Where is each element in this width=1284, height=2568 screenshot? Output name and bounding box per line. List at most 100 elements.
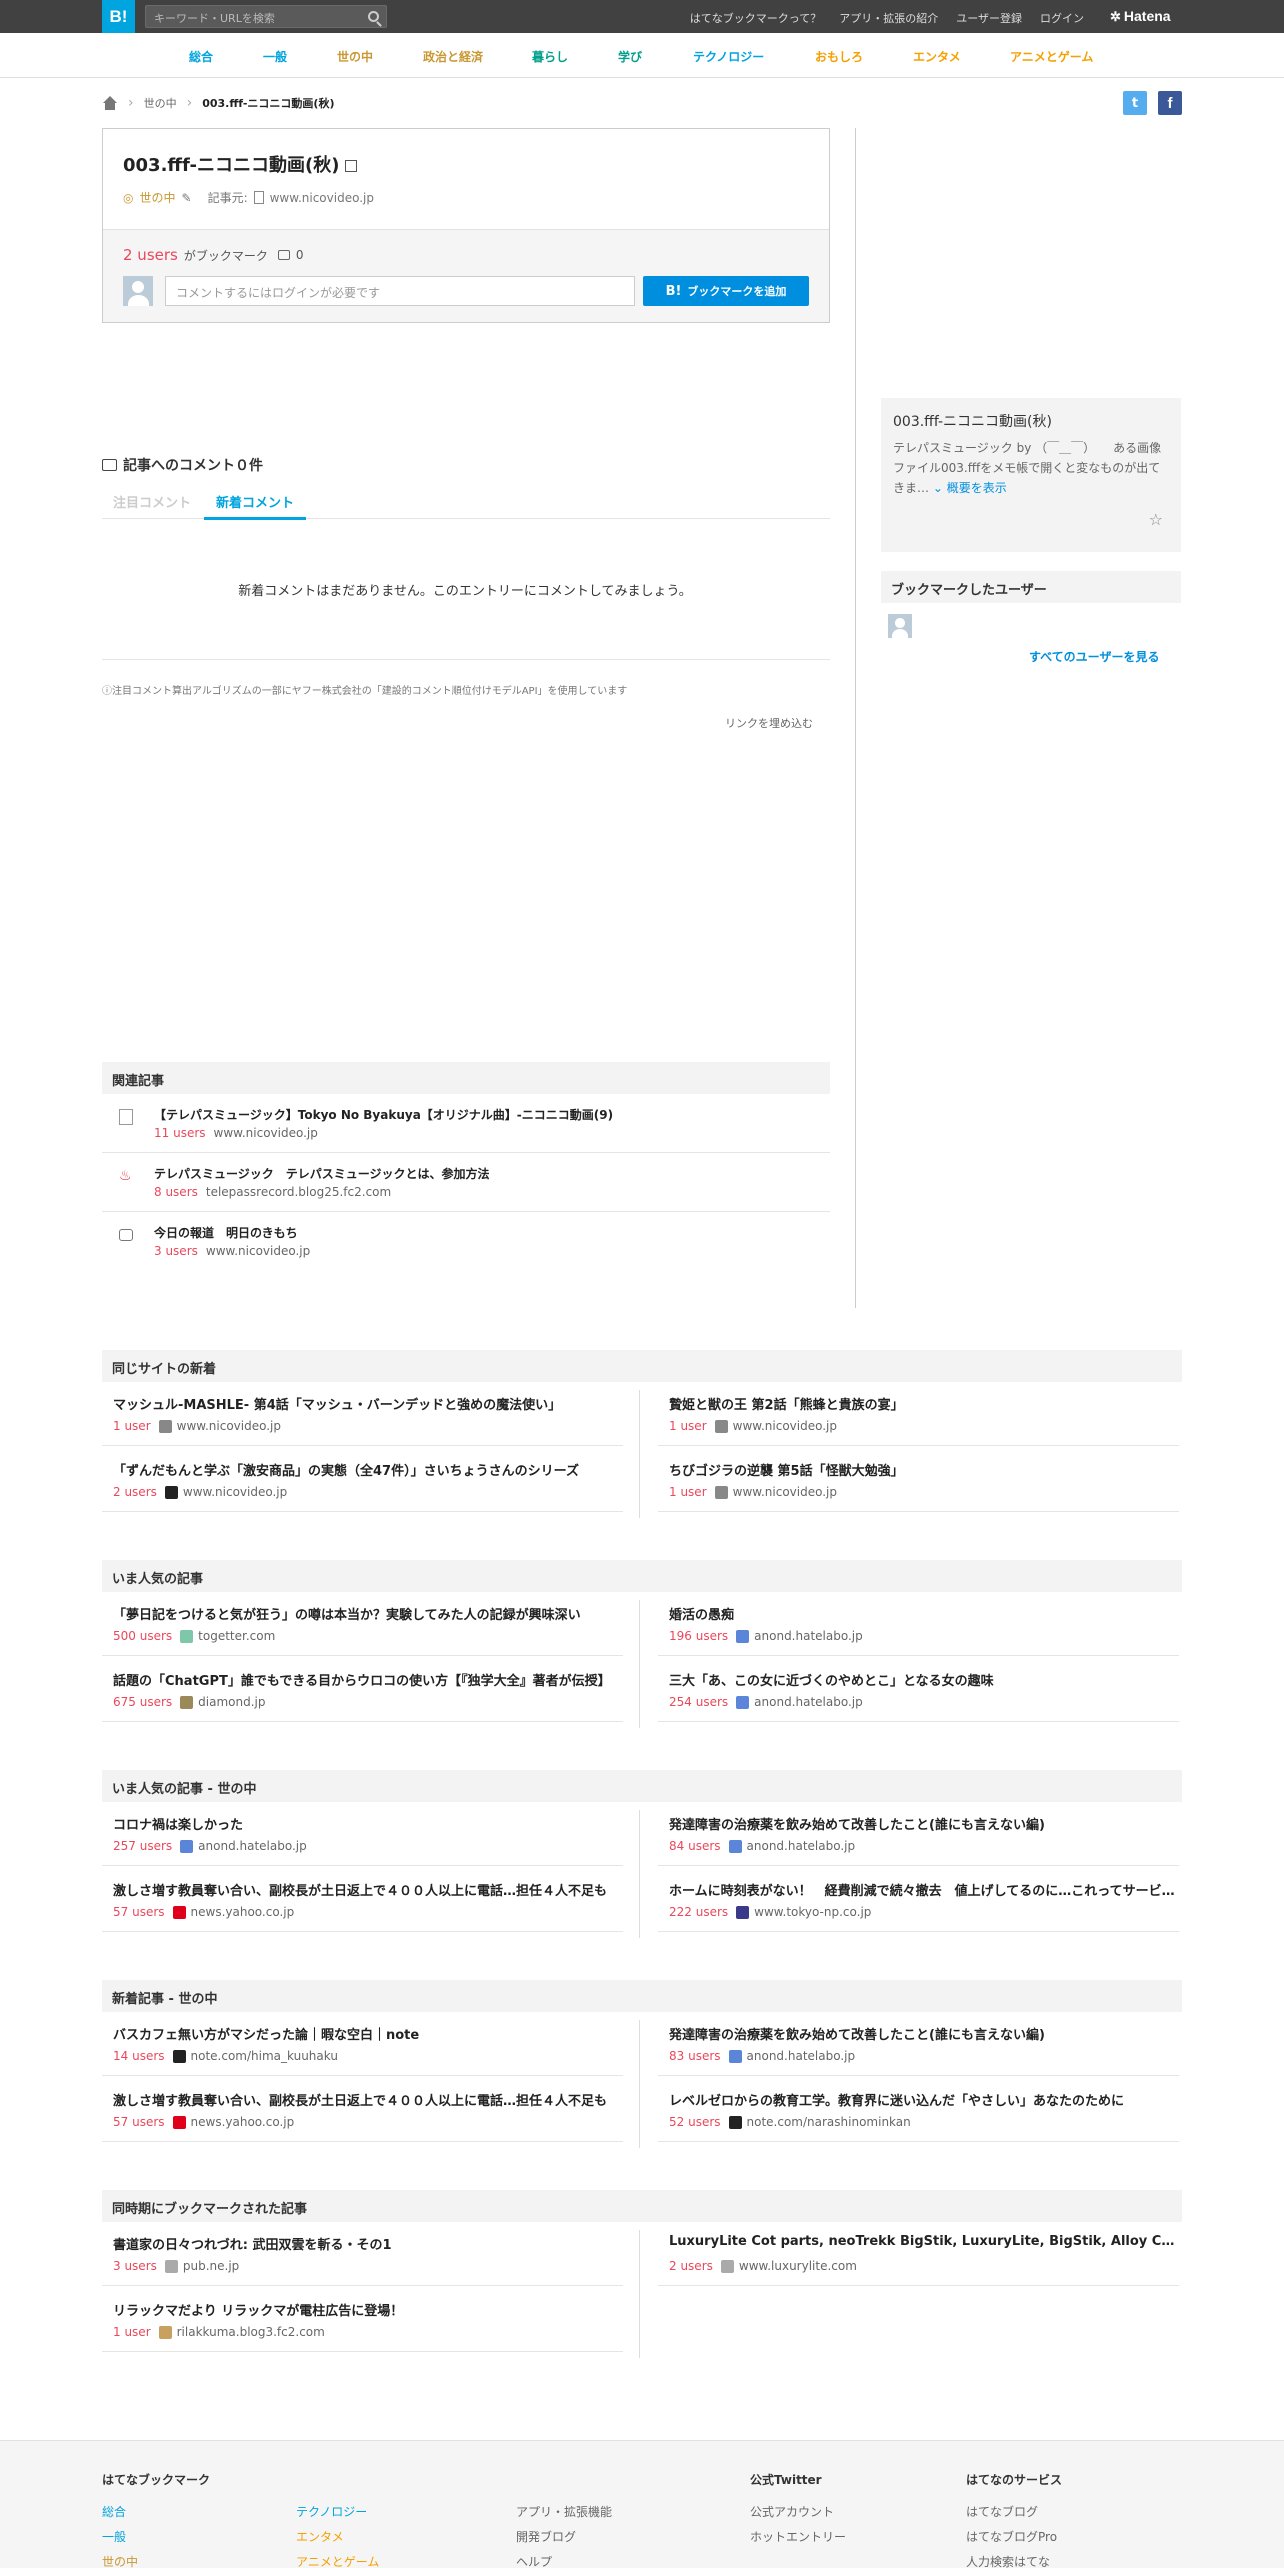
- article-title[interactable]: 婚活の愚痴: [669, 1604, 1179, 1623]
- article-item[interactable]: コロナ禍は楽しかった 257 users anond.hatelabo.jp: [102, 1802, 623, 1866]
- article-title[interactable]: 書道家の日々つれづれ: 武田双雲を斬る・その1: [113, 2234, 623, 2253]
- article-title[interactable]: 三大「あ、この女に近づくのやめとこ」となる女の趣味: [669, 1670, 1179, 1689]
- article-domain[interactable]: anond.hatelabo.jp: [754, 1695, 863, 1709]
- footer-link[interactable]: 開発ブログ: [516, 2528, 576, 2545]
- category-it[interactable]: テクノロジー: [693, 48, 764, 65]
- article-item[interactable]: 話題の「ChatGPT」誰でもできる目からウロコの使い方【『独学大全』著者が伝授…: [102, 1658, 623, 1722]
- article-domain[interactable]: anond.hatelabo.jp: [747, 1839, 856, 1853]
- article-item[interactable]: 三大「あ、この女に近づくのやめとこ」となる女の趣味 254 users anond.…: [658, 1658, 1179, 1722]
- comment-input[interactable]: コメントするにはログインが必要です: [165, 276, 635, 306]
- article-title[interactable]: バスカフェ無い方がマシだった論｜暇な空白｜note: [113, 2024, 623, 2043]
- category-all[interactable]: 総合: [189, 48, 213, 65]
- article-users[interactable]: 57 users: [113, 2115, 165, 2129]
- related-users[interactable]: 3 users: [154, 1244, 198, 1258]
- tab-featured-comments[interactable]: 注目コメント: [113, 492, 191, 511]
- category-social[interactable]: 世の中: [337, 48, 373, 65]
- pencil-icon[interactable]: ✎: [182, 191, 192, 205]
- article-domain[interactable]: anond.hatelabo.jp: [754, 1629, 863, 1643]
- related-title[interactable]: 【テレパスミュージック】Tokyo No Byakuya【オリジナル曲】-ニコニ…: [154, 1106, 613, 1123]
- category-entertainment[interactable]: エンタメ: [913, 48, 961, 65]
- article-domain[interactable]: www.nicovideo.jp: [183, 1485, 287, 1499]
- article-title[interactable]: コロナ禍は楽しかった: [113, 1814, 623, 1833]
- article-item[interactable]: 「ずんだもんと学ぶ「激安商品」の実態（全47件）」さいちょうさんのシリーズ 2 u…: [102, 1448, 623, 1512]
- header-link-apps[interactable]: アプリ・拡張の紹介: [839, 10, 938, 26]
- hatena-bookmark-logo[interactable]: B!: [102, 0, 135, 33]
- article-domain[interactable]: rilakkuma.blog3.fc2.com: [177, 2325, 325, 2339]
- article-title[interactable]: マッシュル-MASHLE- 第4話「マッシュ・バーンデッドと強めの魔法使い」: [113, 1394, 623, 1413]
- article-domain[interactable]: anond.hatelabo.jp: [198, 1839, 307, 1853]
- category-general[interactable]: 一般: [263, 48, 287, 65]
- article-item[interactable]: 贄姫と獣の王 第2話「熊蜂と貴族の宴」 1 user www.nicovideo.j…: [658, 1382, 1179, 1446]
- footer-link[interactable]: 世の中: [102, 2553, 138, 2568]
- article-item[interactable]: レベルゼロからの教育工学。教育界に迷い込んだ「やさしい」あなたのために 52 us…: [658, 2078, 1179, 2142]
- footer-link[interactable]: はてなブログPro: [966, 2528, 1057, 2545]
- footer-link[interactable]: エンタメ: [296, 2528, 344, 2545]
- article-title[interactable]: 発達障害の治療薬を飲み始めて改善したこと(誰にも言えない編): [669, 2024, 1179, 2043]
- article-users[interactable]: 1 user: [113, 1419, 151, 1433]
- article-item[interactable]: ホームに時刻表がない！ 経費削減で続々撤去 値上げしてるのに…これってサービス低…: [658, 1868, 1179, 1932]
- bookmarked-user-avatar[interactable]: [888, 614, 912, 638]
- article-users[interactable]: 257 users: [113, 1839, 172, 1853]
- article-domain[interactable]: www.nicovideo.jp: [733, 1419, 837, 1433]
- footer-link[interactable]: アニメとゲーム: [296, 2553, 379, 2568]
- star-icon[interactable]: ☆: [1149, 510, 1163, 529]
- article-title[interactable]: ちびゴジラの逆襲 第5話「怪獣大勉強」: [669, 1460, 1179, 1479]
- article-item[interactable]: リラックマだより リラックマが電柱広告に登場！ 1 user rilakkuma.b…: [102, 2288, 623, 2352]
- search-input[interactable]: キーワード・URLを検索: [145, 5, 387, 28]
- entry-category[interactable]: 世の中: [139, 189, 175, 206]
- article-domain[interactable]: www.luxurylite.com: [739, 2259, 857, 2273]
- related-item[interactable]: 今日の報道 明日のきもち 3 users www.nicovideo.jp: [102, 1212, 830, 1271]
- article-users[interactable]: 83 users: [669, 2049, 721, 2063]
- article-title[interactable]: 激しさ増す教員奪い合い、副校長が土日返上で４００人以上に電話…担任４人不足も: [113, 1880, 623, 1899]
- footer-link[interactable]: 一般: [102, 2528, 126, 2545]
- source-domain[interactable]: www.nicovideo.jp: [270, 191, 374, 205]
- search-icon[interactable]: [368, 11, 379, 22]
- article-item[interactable]: 激しさ増す教員奪い合い、副校長が土日返上で４００人以上に電話…担任４人不足も 57…: [102, 2078, 623, 2142]
- article-domain[interactable]: note.com/hima_kuuhaku: [191, 2049, 338, 2063]
- facebook-share-icon[interactable]: f: [1158, 91, 1182, 115]
- article-title[interactable]: 激しさ増す教員奪い合い、副校長が土日返上で４００人以上に電話…担任４人不足も: [113, 2090, 623, 2109]
- add-bookmark-button[interactable]: B! ブックマークを追加: [643, 276, 809, 306]
- related-users[interactable]: 8 users: [154, 1185, 198, 1199]
- article-users[interactable]: 254 users: [669, 1695, 728, 1709]
- article-title[interactable]: 贄姫と獣の王 第2話「熊蜂と貴族の宴」: [669, 1394, 1179, 1413]
- footer-link[interactable]: ホットエントリー: [750, 2528, 846, 2545]
- article-users[interactable]: 196 users: [669, 1629, 728, 1643]
- footer-link[interactable]: 人力検索はてな: [966, 2553, 1050, 2568]
- article-title[interactable]: レベルゼロからの教育工学。教育界に迷い込んだ「やさしい」あなたのために: [669, 2090, 1179, 2109]
- article-item[interactable]: バスカフェ無い方がマシだった論｜暇な空白｜note 14 users note.co…: [102, 2012, 623, 2076]
- related-title[interactable]: テレパスミュージック テレパスミュージックとは、参加方法: [154, 1165, 490, 1182]
- article-users[interactable]: 2 users: [669, 2259, 713, 2273]
- tab-new-comments[interactable]: 新着コメント: [216, 492, 294, 511]
- external-link-icon[interactable]: [345, 160, 358, 172]
- article-title[interactable]: 発達障害の治療薬を飲み始めて改善したこと(誰にも言えない編): [669, 1814, 1179, 1833]
- related-domain[interactable]: telepassrecord.blog25.fc2.com: [206, 1185, 391, 1199]
- header-link-about[interactable]: はてなブックマークって？: [690, 10, 821, 26]
- article-domain[interactable]: diamond.jp: [198, 1695, 265, 1709]
- show-summary-link[interactable]: ⌄ 概要を表示: [933, 481, 1007, 495]
- related-domain[interactable]: www.nicovideo.jp: [206, 1244, 310, 1258]
- related-users[interactable]: 11 users: [154, 1126, 206, 1140]
- article-users[interactable]: 14 users: [113, 2049, 165, 2063]
- breadcrumb-category[interactable]: 世の中: [144, 95, 177, 111]
- article-item[interactable]: 発達障害の治療薬を飲み始めて改善したこと(誰にも言えない編) 83 users an…: [658, 2012, 1179, 2076]
- footer-link[interactable]: 総合: [102, 2503, 126, 2520]
- article-title[interactable]: 話題の「ChatGPT」誰でもできる目からウロコの使い方【『独学大全』著者が伝授…: [113, 1670, 623, 1689]
- article-users[interactable]: 500 users: [113, 1629, 172, 1643]
- article-item[interactable]: 激しさ増す教員奪い合い、副校長が土日返上で４００人以上に電話…担任４人不足も 57…: [102, 1868, 623, 1932]
- article-item[interactable]: マッシュル-MASHLE- 第4話「マッシュ・バーンデッドと強めの魔法使い」 1 …: [102, 1382, 623, 1446]
- article-item[interactable]: ちびゴジラの逆襲 第5話「怪獣大勉強」 1 user www.nicovideo.j…: [658, 1448, 1179, 1512]
- see-all-users-link[interactable]: すべてのユーザーを見る: [1029, 648, 1159, 665]
- article-users[interactable]: 2 users: [113, 1485, 157, 1499]
- article-domain[interactable]: news.yahoo.co.jp: [191, 2115, 295, 2129]
- related-title[interactable]: 今日の報道 明日のきもち: [154, 1224, 298, 1241]
- header-link-register[interactable]: ユーザー登録: [956, 10, 1022, 26]
- footer-link[interactable]: 公式アカウント: [750, 2503, 834, 2520]
- category-knowledge[interactable]: 学び: [618, 48, 642, 65]
- embed-link[interactable]: リンクを埋め込む: [725, 715, 813, 731]
- article-domain[interactable]: www.nicovideo.jp: [177, 1419, 281, 1433]
- article-item[interactable]: 「夢日記をつけると気が狂う」の噂は本当か？実験してみた人の記録が興味深い 500 …: [102, 1592, 623, 1656]
- article-item[interactable]: 婚活の愚痴 196 users anond.hatelabo.jp: [658, 1592, 1179, 1656]
- article-title[interactable]: 「ずんだもんと学ぶ「激安商品」の実態（全47件）」さいちょうさんのシリーズ: [113, 1460, 623, 1479]
- twitter-share-icon[interactable]: t: [1123, 91, 1147, 115]
